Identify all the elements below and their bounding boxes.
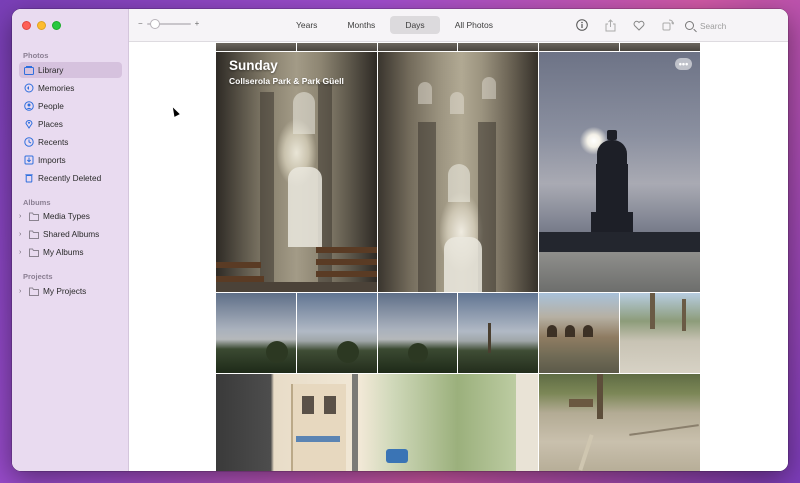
- tab-months[interactable]: Months: [332, 16, 390, 34]
- sidebar-item-label: Imports: [38, 155, 66, 165]
- photo-tower-sunset[interactable]: •••: [539, 52, 700, 292]
- favorite-heart-icon[interactable]: [632, 18, 646, 32]
- tab-years[interactable]: Years: [281, 16, 332, 34]
- sidebar-item-recents[interactable]: Recents: [19, 134, 122, 150]
- view-tabs: Years Months Days All Photos: [281, 16, 508, 34]
- day-title: Sunday: [229, 58, 278, 73]
- zoom-track[interactable]: [146, 18, 191, 29]
- photo-thumbnail[interactable]: [458, 293, 538, 373]
- photo-thumbnail[interactable]: [539, 293, 619, 373]
- photo-thumbnail[interactable]: [378, 43, 457, 51]
- section-label-albums: Albums: [23, 198, 51, 207]
- photo-thumbnail[interactable]: [539, 43, 619, 51]
- folder-icon: [28, 229, 39, 240]
- chevron-right-icon[interactable]: ›: [19, 213, 27, 220]
- sidebar-item-recently-deleted[interactable]: Recently Deleted: [19, 170, 122, 186]
- people-icon: [23, 101, 34, 112]
- photo-thumbnail[interactable]: [297, 43, 377, 51]
- search-icon: [685, 21, 694, 30]
- chevron-right-icon[interactable]: ›: [19, 231, 27, 238]
- library-icon: [23, 65, 34, 76]
- photo-grid: Sunday Collserola Park & Park Güell •••: [216, 43, 700, 471]
- photo-thumbnail[interactable]: [620, 293, 700, 373]
- search-placeholder: Search: [700, 20, 727, 31]
- zoom-in-label: +: [194, 19, 200, 28]
- toolbar: − + Years Months Days All Photos Search: [129, 9, 788, 42]
- chevron-right-icon[interactable]: ›: [19, 249, 27, 256]
- tab-days[interactable]: Days: [390, 16, 440, 34]
- more-options-button[interactable]: •••: [675, 58, 692, 70]
- sidebar-item-label: Shared Albums: [43, 229, 100, 239]
- info-icon[interactable]: [575, 18, 589, 32]
- sidebar-item-label: Memories: [38, 83, 75, 93]
- sidebar-item-label: Library: [38, 65, 64, 75]
- sidebar-item-imports[interactable]: Imports: [19, 152, 122, 168]
- photo-street[interactable]: [216, 374, 538, 471]
- sidebar-item-my-albums[interactable]: › My Albums: [19, 244, 122, 260]
- imports-icon: [23, 155, 34, 166]
- photo-church-interior[interactable]: Sunday Collserola Park & Park Güell: [216, 52, 377, 292]
- sidebar: Photos Library Memories People Places Re…: [12, 9, 129, 471]
- photos-window: Photos Library Memories People Places Re…: [12, 9, 788, 471]
- section-label-projects: Projects: [23, 272, 53, 281]
- photo-thumbnail[interactable]: [297, 293, 377, 373]
- tab-all-photos[interactable]: All Photos: [440, 16, 508, 34]
- share-icon[interactable]: [603, 18, 617, 32]
- sidebar-item-label: My Projects: [43, 286, 87, 296]
- sidebar-item-label: Places: [38, 119, 63, 129]
- sidebar-item-label: Recents: [38, 137, 69, 147]
- sidebar-item-memories[interactable]: Memories: [19, 80, 122, 96]
- section-label-photos: Photos: [23, 51, 49, 60]
- photo-thumbnail[interactable]: [216, 43, 296, 51]
- photo-church-nave[interactable]: [378, 52, 538, 292]
- photo-thumbnail[interactable]: [620, 43, 700, 51]
- sidebar-item-label: Recently Deleted: [38, 173, 102, 183]
- window-controls: [22, 21, 61, 30]
- sidebar-item-library[interactable]: Library: [19, 62, 122, 78]
- places-icon: [23, 119, 34, 130]
- folder-icon: [28, 286, 39, 297]
- photo-thumbnail[interactable]: [378, 293, 457, 373]
- sidebar-item-places[interactable]: Places: [19, 116, 122, 132]
- sidebar-item-media-types[interactable]: › Media Types: [19, 208, 122, 224]
- minimize-button[interactable]: [37, 21, 46, 30]
- rotate-icon[interactable]: [661, 18, 675, 32]
- zoom-knob[interactable]: [149, 18, 160, 29]
- folder-icon: [28, 247, 39, 258]
- photo-park-yard[interactable]: [539, 374, 700, 471]
- folder-icon: [28, 211, 39, 222]
- chevron-right-icon[interactable]: ›: [19, 288, 27, 295]
- day-subtitle[interactable]: Collserola Park & Park Güell: [229, 76, 344, 86]
- recents-icon: [23, 137, 34, 148]
- sidebar-item-label: Media Types: [43, 211, 90, 221]
- sidebar-item-label: My Albums: [43, 247, 84, 257]
- photo-thumbnail[interactable]: [458, 43, 538, 51]
- sidebar-item-people[interactable]: People: [19, 98, 122, 114]
- memories-icon: [23, 83, 34, 94]
- sidebar-item-my-projects[interactable]: › My Projects: [19, 283, 122, 299]
- sidebar-item-shared-albums[interactable]: › Shared Albums: [19, 226, 122, 242]
- sidebar-item-label: People: [38, 101, 64, 111]
- trash-icon: [23, 173, 34, 184]
- zoom-out-label: −: [138, 19, 143, 28]
- photo-thumbnail[interactable]: [216, 293, 296, 373]
- close-button[interactable]: [22, 21, 31, 30]
- zoom-slider[interactable]: − +: [138, 18, 200, 29]
- search-field[interactable]: Search: [685, 17, 781, 34]
- zoom-button[interactable]: [52, 21, 61, 30]
- photo-content: Sunday Collserola Park & Park Güell •••: [129, 43, 788, 471]
